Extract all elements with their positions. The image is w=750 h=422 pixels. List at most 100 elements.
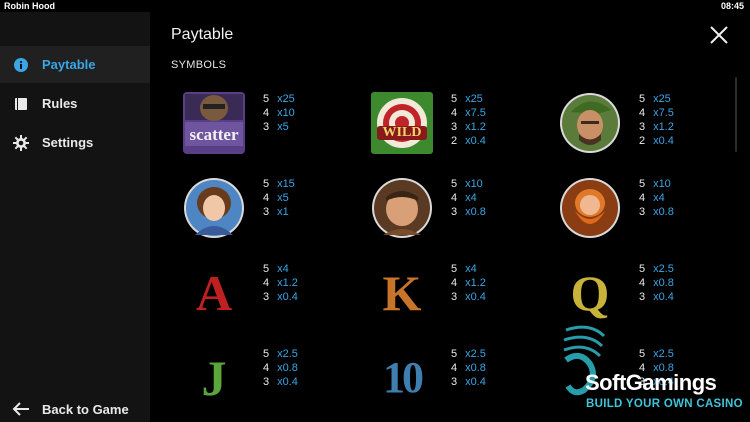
pay-row: 4 x1.2 xyxy=(451,276,486,290)
pay-count: 2 xyxy=(639,135,646,147)
pay-count: 5 xyxy=(451,263,458,275)
pay-row: 3 x0.4 xyxy=(639,290,674,304)
sidebar-item-label: Paytable xyxy=(42,57,96,72)
pay-multiplier: x5 xyxy=(277,121,289,133)
pay-multiplier: x0.8 xyxy=(465,206,486,218)
pay-row: 5 x15 xyxy=(263,177,295,191)
pay-count: 3 xyxy=(263,291,270,303)
pay-count: 3 xyxy=(639,121,646,133)
pay-row: 5 x2.5 xyxy=(263,347,298,361)
pay-list: 5 x10 4 x4 3 x0.8 xyxy=(451,177,486,219)
gear-icon xyxy=(13,134,29,151)
pay-row: 4 x7.5 xyxy=(451,106,486,120)
pay-row: 3 x0.8 xyxy=(639,205,674,219)
pay-row: 4 x4 xyxy=(451,191,486,205)
pay-list: 5 x25 4 x7.5 3 x1.2 2 x0.4 xyxy=(639,92,674,148)
wild-target-icon: WILD xyxy=(369,90,435,156)
sidebar-item-paytable[interactable]: Paytable xyxy=(0,46,150,83)
symbol-a: A 5 x4 4 x1.2 3 x0.4 xyxy=(181,260,351,330)
pay-count: 5 xyxy=(639,263,646,275)
pay-count: 4 xyxy=(451,277,458,289)
pay-multiplier: x7.5 xyxy=(653,107,674,119)
pay-count: 3 xyxy=(451,291,458,303)
pay-multiplier: x5 xyxy=(277,192,289,204)
pay-list: 5 x2.5 4 x0.8 3 x0.4 xyxy=(263,347,298,389)
pay-count: 5 xyxy=(263,263,270,275)
symbol-10: 10 5 x2.5 4 x0.8 3 x0.4 xyxy=(369,345,539,415)
pay-multiplier: x0.4 xyxy=(277,376,298,388)
pay-row: 5 x25 xyxy=(639,92,674,106)
pay-row: 3 x0.4 xyxy=(263,290,298,304)
back-to-game-button[interactable]: Back to Game xyxy=(0,396,150,422)
pay-multiplier: x10 xyxy=(465,178,483,190)
app-title: Robin Hood xyxy=(4,1,55,11)
pay-multiplier: x25 xyxy=(277,93,295,105)
maid-marian-portrait-icon xyxy=(181,175,247,241)
pay-multiplier: x0.4 xyxy=(653,291,674,303)
pay-list: 5 x2.5 4 x0.8 3 x0.4 xyxy=(451,347,486,389)
pay-list: 5 x4 4 x1.2 3 x0.4 xyxy=(451,262,486,304)
pay-multiplier: x4 xyxy=(465,263,477,275)
pay-count: 3 xyxy=(451,121,458,133)
symbol-wild: WILD 5 x25 4 x7.5 3 x1.2 2 x0.4 xyxy=(369,90,539,160)
pay-multiplier: x2.5 xyxy=(653,263,674,275)
pay-count: 5 xyxy=(451,93,458,105)
pay-multiplier: x2.5 xyxy=(653,348,674,360)
paytable-panel: Paytable SYMBOLS scatter 5 x25 4 x10 3 x… xyxy=(150,12,750,422)
pay-count: 5 xyxy=(263,348,270,360)
pay-row: 5 x2.5 xyxy=(451,347,486,361)
status-bar: Robin Hood 08:45 xyxy=(0,0,750,12)
pay-row: 4 x0.8 xyxy=(263,361,298,375)
pay-multiplier: x0.8 xyxy=(465,362,486,374)
pay-count: 5 xyxy=(639,93,646,105)
pay-row: 2 x0.4 xyxy=(451,134,486,148)
pay-count: 3 xyxy=(263,376,270,388)
pay-row: 5 x25 xyxy=(263,92,295,106)
pay-row: 5 x4 xyxy=(451,262,486,276)
pay-row: 3 x1.2 xyxy=(639,120,674,134)
pay-row: 4 x10 xyxy=(263,106,295,120)
pay-count: 3 xyxy=(639,206,646,218)
pay-multiplier: x0.8 xyxy=(277,362,298,374)
pay-multiplier: x25 xyxy=(465,93,483,105)
book-icon xyxy=(13,96,29,112)
pay-count: 3 xyxy=(451,206,458,218)
symbol-k: K 5 x4 4 x1.2 3 x0.4 xyxy=(369,260,539,330)
pay-list: 5 x25 4 x7.5 3 x1.2 2 x0.4 xyxy=(451,92,486,148)
sidebar-item-settings[interactable]: Settings xyxy=(0,124,150,161)
pay-count: 4 xyxy=(639,107,646,119)
scrollbar[interactable] xyxy=(735,77,737,152)
pay-row: 3 x0.4 xyxy=(263,375,298,389)
pay-count: 3 xyxy=(263,206,270,218)
close-button[interactable] xyxy=(708,24,730,46)
pay-row: 5 x10 xyxy=(639,177,674,191)
pay-count: 5 xyxy=(451,178,458,190)
sidebar: Paytable Rules Settings Back to Game xyxy=(0,12,150,422)
pay-multiplier: x0.4 xyxy=(465,376,486,388)
letter-a-icon: A xyxy=(195,265,233,321)
symbol-little-john: 5 x10 4 x4 3 x0.8 xyxy=(557,175,727,245)
pay-row: 3 x1.2 xyxy=(451,120,486,134)
pay-row: 5 x2.5 xyxy=(639,347,674,361)
pay-row: 4 x4 xyxy=(639,191,674,205)
pay-count: 4 xyxy=(263,362,270,374)
pay-multiplier: x1.2 xyxy=(653,121,674,133)
pay-list: 5 x25 4 x10 3 x5 xyxy=(263,92,295,134)
back-label: Back to Game xyxy=(42,401,129,417)
pay-row: 3 x5 xyxy=(263,120,295,134)
pay-row: 3 x0.4 xyxy=(451,375,486,389)
pay-count: 5 xyxy=(263,93,270,105)
scatter-symbol-icon: scatter xyxy=(181,90,247,156)
pay-row: 3 x1 xyxy=(263,205,295,219)
section-heading: SYMBOLS xyxy=(171,59,227,71)
pay-multiplier: x4 xyxy=(653,192,665,204)
pay-row: 5 x2.5 xyxy=(639,262,674,276)
pay-list: 5 x4 4 x1.2 3 x0.4 xyxy=(263,262,298,304)
wild-label: WILD xyxy=(382,125,422,140)
sidebar-item-rules[interactable]: Rules xyxy=(0,85,150,122)
pay-multiplier: x4 xyxy=(277,263,289,275)
sidebar-item-label: Settings xyxy=(42,135,94,150)
pay-multiplier: x1.2 xyxy=(465,277,486,289)
pay-multiplier: x0.4 xyxy=(653,135,674,147)
pay-multiplier: x0.8 xyxy=(653,277,674,289)
